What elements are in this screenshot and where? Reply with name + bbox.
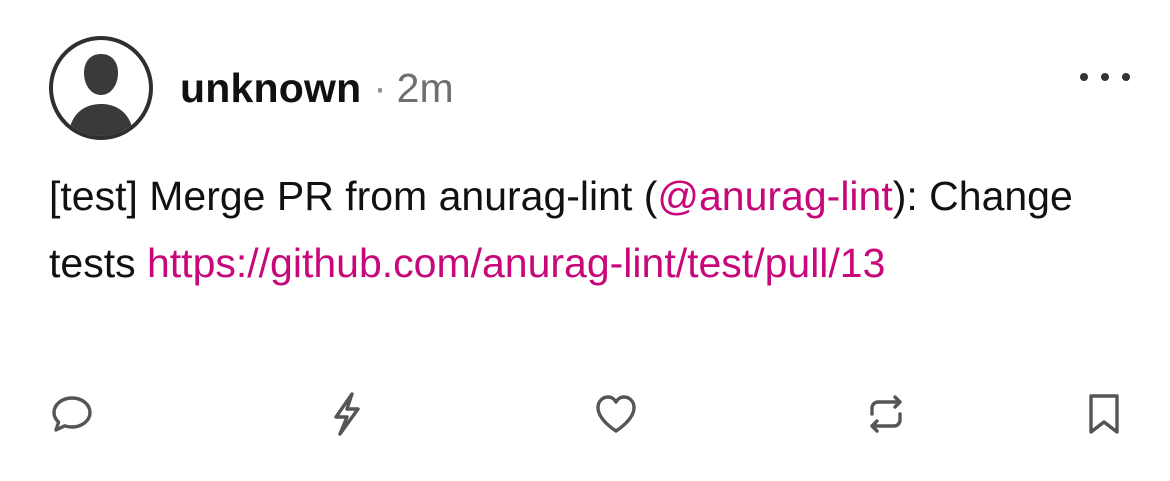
post-body: [test] Merge PR from anurag-lint (@anura… (49, 163, 1129, 297)
repeat-icon (870, 395, 902, 433)
action-bar (0, 380, 1170, 450)
mention-link[interactable]: @anurag-lint (657, 173, 892, 219)
post-timestamp[interactable]: 2m (397, 65, 454, 112)
bookmark-icon (1089, 394, 1119, 434)
boost-button[interactable] (322, 390, 370, 438)
username[interactable]: unknown (180, 65, 361, 112)
more-dot (1122, 73, 1130, 81)
repost-button[interactable] (862, 390, 910, 438)
more-options-button[interactable] (1080, 60, 1130, 94)
avatar[interactable] (49, 36, 153, 140)
post-card: unknown · 2m [test] Merge PR from anurag… (0, 0, 1170, 481)
bookmark-button[interactable] (1080, 390, 1128, 438)
default-user-avatar-icon (69, 54, 133, 136)
comment-bubble-icon (52, 396, 92, 432)
reply-button[interactable] (48, 390, 96, 438)
post-text: [test] Merge PR from anurag-lint ( (49, 173, 658, 219)
lightning-bolt-icon (334, 392, 360, 436)
heart-icon (596, 395, 636, 433)
meta-separator: · (373, 65, 387, 110)
url-link[interactable]: https://github.com/anurag-lint/test/pull… (147, 240, 885, 286)
like-button[interactable] (592, 390, 640, 438)
post-header: unknown · 2m (180, 56, 454, 120)
more-horizontal-icon (1080, 73, 1088, 81)
more-dot (1101, 73, 1109, 81)
